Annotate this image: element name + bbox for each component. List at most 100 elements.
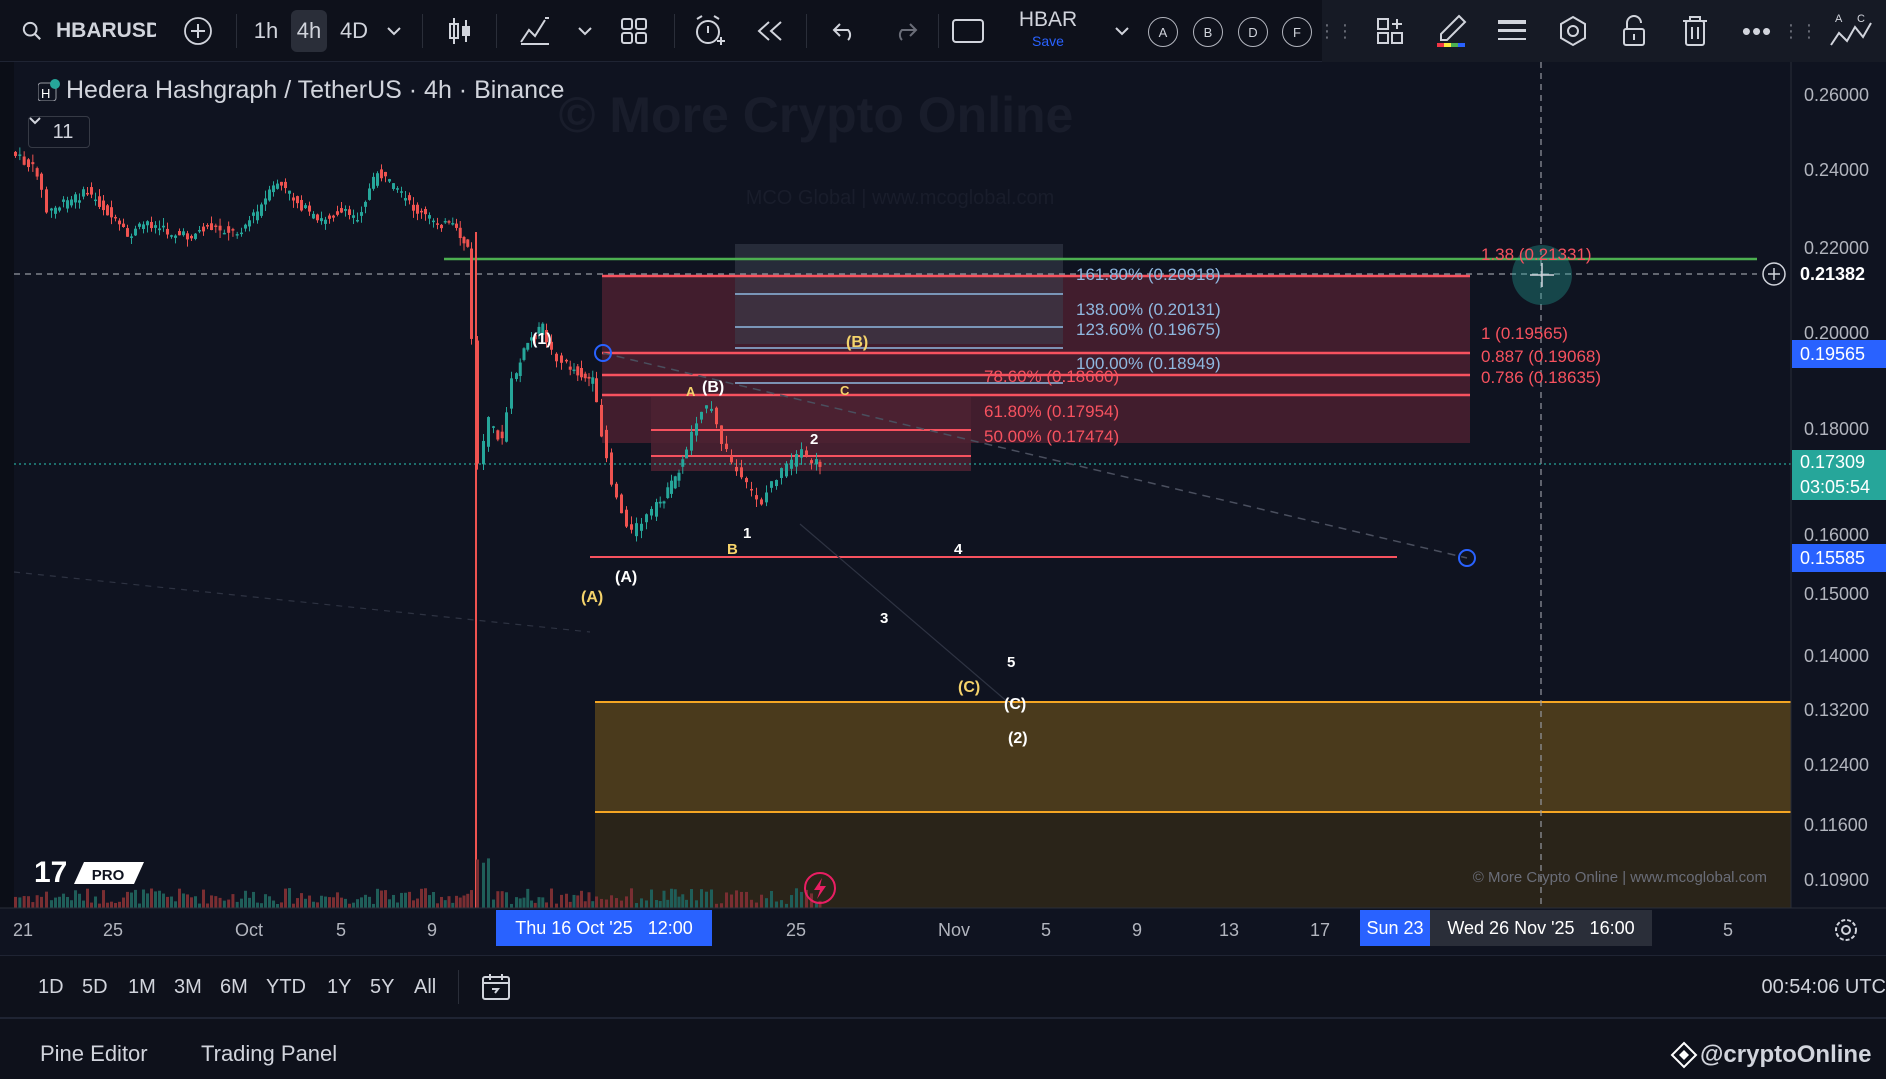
candle-body — [348, 209, 351, 215]
drawing-d-button[interactable]: D — [1238, 17, 1268, 47]
volume-bar — [655, 900, 658, 908]
symbol-search[interactable]: HBARUSD — [56, 0, 156, 62]
indicator-toggle[interactable]: 11 — [28, 116, 90, 148]
volume-bar — [725, 892, 728, 908]
interval-4h[interactable]: 4h — [291, 10, 327, 52]
chart-pane[interactable]: © More Crypto Online MCO Global | www.mc… — [0, 62, 1886, 955]
range-6m[interactable]: 6M — [220, 976, 248, 999]
alert-add-icon[interactable] — [692, 0, 728, 62]
volume-bar — [487, 858, 490, 908]
compare-add-icon[interactable] — [180, 0, 216, 62]
range-ytd[interactable]: YTD — [266, 976, 306, 999]
fib-label: 50.00% (0.17474) — [984, 427, 1119, 446]
redo-icon[interactable] — [890, 0, 920, 62]
goto-date-icon[interactable] — [480, 971, 512, 1003]
candle-body — [235, 234, 239, 236]
wave-label: (C) — [958, 679, 980, 696]
volume-bar — [416, 898, 419, 908]
layout-name[interactable]: HBAR — [1012, 8, 1084, 32]
volume-bar — [550, 888, 553, 908]
candle-body — [800, 449, 803, 458]
candle-body — [150, 221, 153, 229]
candle-body — [158, 228, 161, 231]
watermark-sub: MCO Global | www.mcoglobal.com — [746, 187, 1055, 209]
chart-title[interactable]: H Hedera Hashgraph / TetherUS · 4h · Bin… — [38, 76, 564, 105]
volume-bar — [364, 894, 367, 908]
interval-1h[interactable]: 1h — [250, 0, 282, 62]
tab-trading-panel[interactable]: Trading Panel — [201, 1041, 337, 1067]
indicators-icon[interactable] — [518, 0, 552, 62]
candle-body — [340, 208, 343, 213]
candle-body — [154, 225, 157, 228]
undo-icon[interactable] — [830, 0, 860, 62]
candle-body — [673, 476, 677, 489]
brush-icon[interactable] — [1434, 0, 1468, 62]
candle-body — [304, 205, 307, 209]
line-weight-icon[interactable] — [1496, 0, 1528, 62]
volume-bar — [526, 888, 530, 908]
settings-icon[interactable] — [1556, 0, 1590, 62]
range-1d[interactable]: 1D — [38, 976, 64, 999]
chevron-down-icon[interactable] — [384, 0, 404, 62]
volume-bar — [50, 900, 53, 908]
range-1y[interactable]: 1Y — [327, 976, 351, 999]
volume-bar — [760, 894, 763, 908]
drag-handle-icon[interactable]: ⋮⋮ — [1318, 0, 1354, 62]
candle-body — [280, 181, 283, 186]
volume-bar — [765, 898, 768, 908]
volume-bar — [451, 902, 455, 908]
volume-bar — [705, 891, 708, 908]
drawing-f-button[interactable]: F — [1282, 17, 1312, 47]
drawing-trend-icon[interactable]: AC — [1828, 0, 1874, 62]
volume-bar — [666, 899, 670, 908]
axis-settings-icon[interactable] — [1833, 917, 1859, 943]
candle-body — [174, 235, 177, 238]
drawing-b-button[interactable]: B — [1193, 17, 1223, 47]
time-tick: Nov — [938, 920, 971, 940]
candles-icon[interactable] — [446, 0, 474, 62]
volume-bar — [537, 897, 541, 908]
utc-clock[interactable]: 00:54:06 UTC — [1716, 976, 1886, 999]
volume-bar — [340, 897, 343, 908]
price-tick: 0.24000 — [1804, 160, 1870, 180]
candle-body — [805, 450, 808, 456]
trash-icon[interactable] — [1680, 0, 1710, 62]
layout-save-label[interactable]: Save — [1012, 33, 1084, 49]
range-all[interactable]: All — [414, 976, 436, 999]
range-1m[interactable]: 1M — [128, 976, 156, 999]
candle-body — [356, 219, 359, 222]
candle-body — [496, 430, 500, 440]
drag-handle-icon[interactable]: ⋮⋮ — [1782, 0, 1818, 62]
range-3m[interactable]: 3M — [174, 976, 202, 999]
volume-bar — [790, 895, 793, 908]
candle-body — [146, 221, 149, 226]
replay-icon[interactable] — [754, 0, 786, 62]
volume-bar — [126, 891, 129, 908]
volume-bar — [615, 898, 618, 908]
volume-bar — [304, 898, 307, 908]
fullscreen-icon[interactable] — [950, 0, 986, 62]
candle-body — [22, 156, 26, 165]
range-5y[interactable]: 5Y — [370, 976, 394, 999]
candle-body — [492, 426, 495, 428]
search-icon[interactable] — [22, 0, 42, 62]
drawing-a-button[interactable]: A — [1148, 17, 1178, 47]
chevron-down-icon[interactable] — [576, 0, 594, 62]
interval-4d[interactable]: 4D — [336, 0, 372, 62]
tab-pine-editor[interactable]: Pine Editor — [40, 1041, 148, 1067]
unlock-icon[interactable] — [1618, 0, 1650, 62]
layout-grid-icon[interactable] — [618, 0, 650, 62]
time-tick: 5 — [1723, 920, 1734, 940]
volume-bar — [154, 891, 157, 908]
candle-body — [420, 210, 423, 213]
chart-canvas[interactable]: © More Crypto Online MCO Global | www.mc… — [0, 62, 1886, 955]
range-5d[interactable]: 5D — [82, 976, 108, 999]
time-tick: 9 — [1132, 920, 1143, 940]
volume-bar — [470, 890, 473, 908]
candle-body — [320, 218, 323, 222]
more-icon[interactable]: ••• — [1740, 0, 1774, 62]
brand-handle: @cryptoOnline — [1700, 1041, 1872, 1068]
candle-body — [296, 196, 299, 204]
add-widget-icon[interactable] — [1374, 0, 1406, 62]
chevron-down-icon[interactable] — [1114, 0, 1130, 62]
